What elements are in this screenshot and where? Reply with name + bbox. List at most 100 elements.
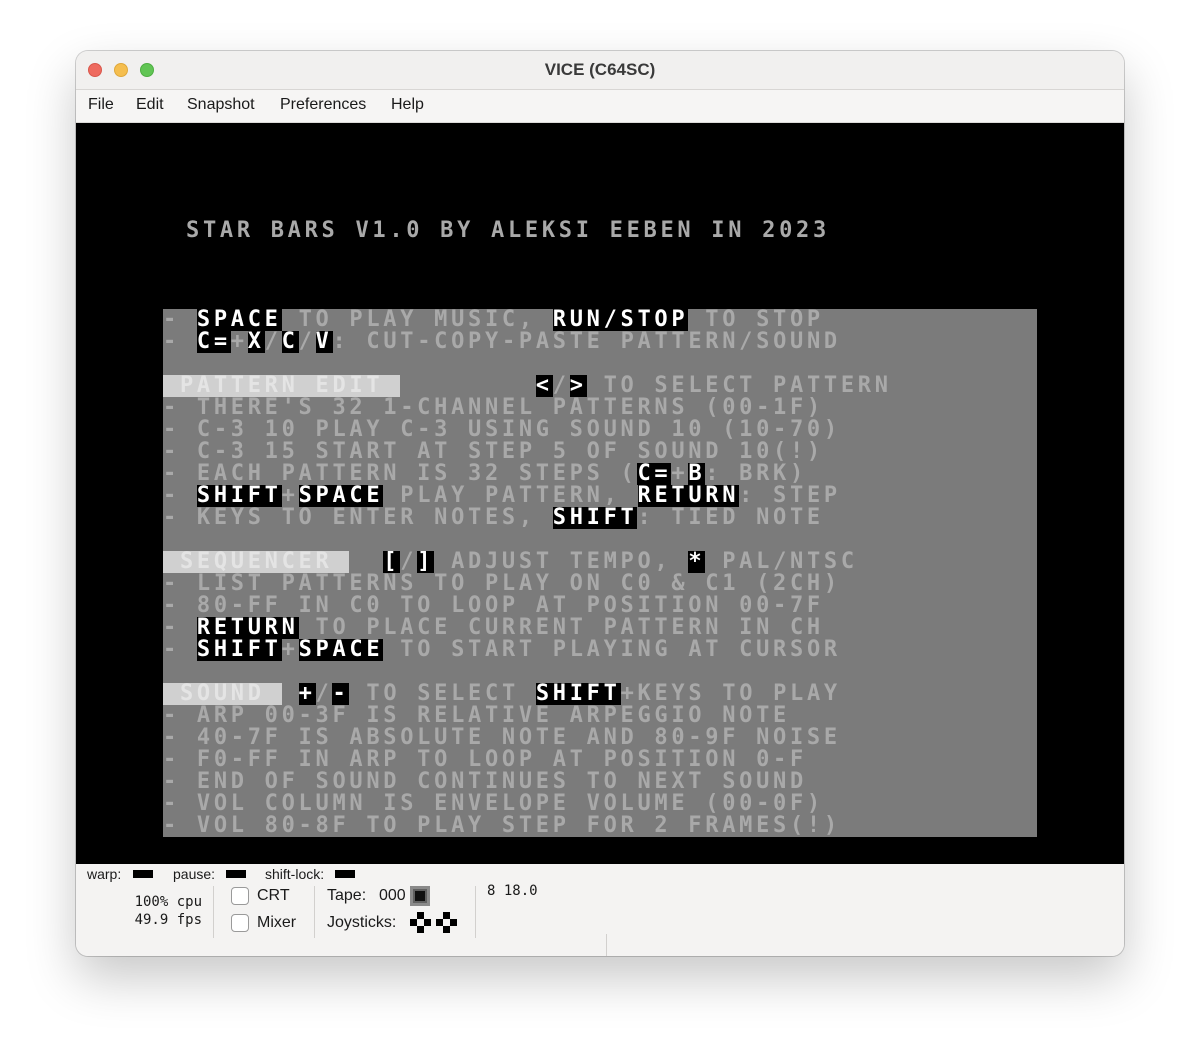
pause-label: pause: xyxy=(173,866,216,882)
c64-text: TO STOP xyxy=(688,309,824,331)
c64-title-line: STAR BARS V1.0 BY ALEKSI EEBEN IN 2023 xyxy=(186,218,830,243)
emulator-screen[interactable]: STAR BARS V1.0 BY ALEKSI EEBEN IN 2023 -… xyxy=(76,123,1124,864)
c64-key-label: X xyxy=(247,331,265,353)
c64-text: / xyxy=(315,683,333,705)
c64-text: : TIED NOTE xyxy=(637,507,824,529)
c64-key-label: ] xyxy=(417,551,435,573)
c64-section-heading: SOUND xyxy=(163,683,282,705)
c64-text: - VOL 80-8F TO PLAY STEP FOR 2 FRAMES(!) xyxy=(163,815,841,837)
c64-text-line: - KEYS TO ENTER NOTES, SHIFT: TIED NOTE xyxy=(163,507,1037,529)
fps-readout: 49.9 fps xyxy=(134,912,202,928)
c64-text: PAL/NTSC xyxy=(705,551,858,573)
c64-text: TO SELECT xyxy=(349,683,536,705)
c64-text: TO SELECT PATTERN xyxy=(586,375,892,397)
c64-text: / xyxy=(552,375,570,397)
c64-text: + xyxy=(281,485,299,507)
c64-key-label: SHIFT xyxy=(552,507,638,529)
c64-text: / xyxy=(400,551,418,573)
c64-key-label: RETURN xyxy=(637,485,740,507)
joystick-2-icon[interactable] xyxy=(436,912,457,933)
warp-label: warp: xyxy=(87,866,122,882)
c64-text: - 40-7F IS ABSOLUTE NOTE AND 80-9F NOISE xyxy=(163,727,841,749)
c64-key-label: + xyxy=(298,683,316,705)
c64-text: + xyxy=(671,463,689,485)
c64-key-label: SPACE xyxy=(298,639,384,661)
tape-label: Tape: xyxy=(327,887,367,904)
c64-text: - xyxy=(163,485,197,507)
c64-text: - THERE'S 32 1-CHANNEL PATTERNS (00-1F) xyxy=(163,397,824,419)
shift-lock-indicator[interactable] xyxy=(335,870,355,878)
vice-window: VICE (C64SC) File Edit Snapshot Preferen… xyxy=(76,51,1124,956)
c64-key-label: [ xyxy=(383,551,401,573)
c64-key-label: SPACE xyxy=(298,485,384,507)
c64-text: - xyxy=(163,617,197,639)
c64-text-line: - THERE'S 32 1-CHANNEL PATTERNS (00-1F) xyxy=(163,397,1037,419)
c64-text: - END OF SOUND CONTINUES TO NEXT SOUND xyxy=(163,771,807,793)
c64-text-line: - END OF SOUND CONTINUES TO NEXT SOUND xyxy=(163,771,1037,793)
c64-text-line: SEQUENCER [/] ADJUST TEMPO, * PAL/NTSC xyxy=(163,551,1037,573)
menu-edit[interactable]: Edit xyxy=(136,96,164,114)
c64-text-line: - EACH PATTERN IS 32 STEPS (C=+B: BRK) xyxy=(163,463,1037,485)
c64-section-heading: SEQUENCER xyxy=(163,551,350,573)
title-bar[interactable]: VICE (C64SC) xyxy=(76,51,1124,90)
c64-text xyxy=(400,375,536,397)
c64-text-line: - LIST PATTERNS TO PLAY ON C0 & C1 (2CH) xyxy=(163,573,1037,595)
menu-file[interactable]: File xyxy=(88,96,114,114)
c64-text: - C-3 10 PLAY C-3 USING SOUND 10 (10-70) xyxy=(163,419,841,441)
warp-indicator[interactable] xyxy=(133,870,153,878)
menu-preferences[interactable]: Preferences xyxy=(280,96,366,114)
c64-key-label: C= xyxy=(637,463,672,485)
c64-key-label: RUN/STOP xyxy=(552,309,689,331)
c64-text-line: - SHIFT+SPACE TO START PLAYING AT CURSOR xyxy=(163,639,1037,661)
pause-indicator[interactable] xyxy=(226,870,246,878)
c64-text-line: - C=+X/C/V: CUT-COPY-PASTE PATTERN/SOUND xyxy=(163,331,1037,353)
divider xyxy=(606,934,607,956)
c64-key-label: C xyxy=(281,331,299,353)
mixer-checkbox[interactable] xyxy=(231,914,249,932)
menu-help[interactable]: Help xyxy=(391,96,424,114)
joystick-1-icon[interactable] xyxy=(410,912,431,933)
menu-snapshot[interactable]: Snapshot xyxy=(187,96,255,114)
c64-text: - xyxy=(163,331,197,353)
c64-key-label: SPACE xyxy=(196,309,282,331)
c64-text: + xyxy=(281,639,299,661)
c64-key-label: C= xyxy=(196,331,231,353)
c64-text: - KEYS TO ENTER NOTES, xyxy=(163,507,553,529)
c64-text: - xyxy=(163,309,197,331)
divider xyxy=(314,886,315,938)
c64-text-line: PATTERN EDIT </> TO SELECT PATTERN xyxy=(163,375,1037,397)
c64-text: - ARP 00-3F IS RELATIVE ARPEGGIO NOTE xyxy=(163,705,790,727)
c64-text xyxy=(349,551,383,573)
c64-text-line xyxy=(163,529,1037,551)
c64-key-label: V xyxy=(315,331,333,353)
joysticks-label: Joysticks: xyxy=(327,914,397,931)
cpu-readout: 100% cpu xyxy=(134,894,202,910)
c64-text-line xyxy=(163,353,1037,375)
c64-text-line xyxy=(163,661,1037,683)
drive-status: 8 18.0 xyxy=(487,883,538,899)
c64-text-line: - VOL 80-8F TO PLAY STEP FOR 2 FRAMES(!) xyxy=(163,815,1037,837)
c64-text-line: - C-3 10 PLAY C-3 USING SOUND 10 (10-70) xyxy=(163,419,1037,441)
c64-text: TO PLACE CURRENT PATTERN IN CH xyxy=(298,617,824,639)
c64-text: - 80-FF IN C0 TO LOOP AT POSITION 00-7F xyxy=(163,595,824,617)
c64-key-label: > xyxy=(569,375,587,397)
divider xyxy=(213,886,214,938)
c64-text-line: - SHIFT+SPACE PLAY PATTERN, RETURN: STEP xyxy=(163,485,1037,507)
c64-text-line: - VOL COLUMN IS ENVELOPE VOLUME (00-0F) xyxy=(163,793,1037,815)
crt-checkbox[interactable] xyxy=(231,887,249,905)
tape-counter: 000 xyxy=(379,887,406,904)
mixer-label: Mixer xyxy=(257,914,297,931)
c64-text: - VOL COLUMN IS ENVELOPE VOLUME (00-0F) xyxy=(163,793,824,815)
window-title: VICE (C64SC) xyxy=(544,60,656,79)
crt-label: CRT xyxy=(257,887,290,904)
c64-key-label: SHIFT xyxy=(535,683,621,705)
c64-text: TO PLAY MUSIC, xyxy=(281,309,553,331)
c64-text: +KEYS TO PLAY xyxy=(620,683,841,705)
tape-status-icon[interactable] xyxy=(410,886,430,906)
c64-text-line: - SPACE TO PLAY MUSIC, RUN/STOP TO STOP xyxy=(163,309,1037,331)
c64-text-line: - RETURN TO PLACE CURRENT PATTERN IN CH xyxy=(163,617,1037,639)
c64-text-line: - 40-7F IS ABSOLUTE NOTE AND 80-9F NOISE xyxy=(163,727,1037,749)
c64-text: : STEP xyxy=(739,485,841,507)
c64-text-line: - F0-FF IN ARP TO LOOP AT POSITION 0-F xyxy=(163,749,1037,771)
shift-lock-label: shift-lock: xyxy=(265,866,325,882)
